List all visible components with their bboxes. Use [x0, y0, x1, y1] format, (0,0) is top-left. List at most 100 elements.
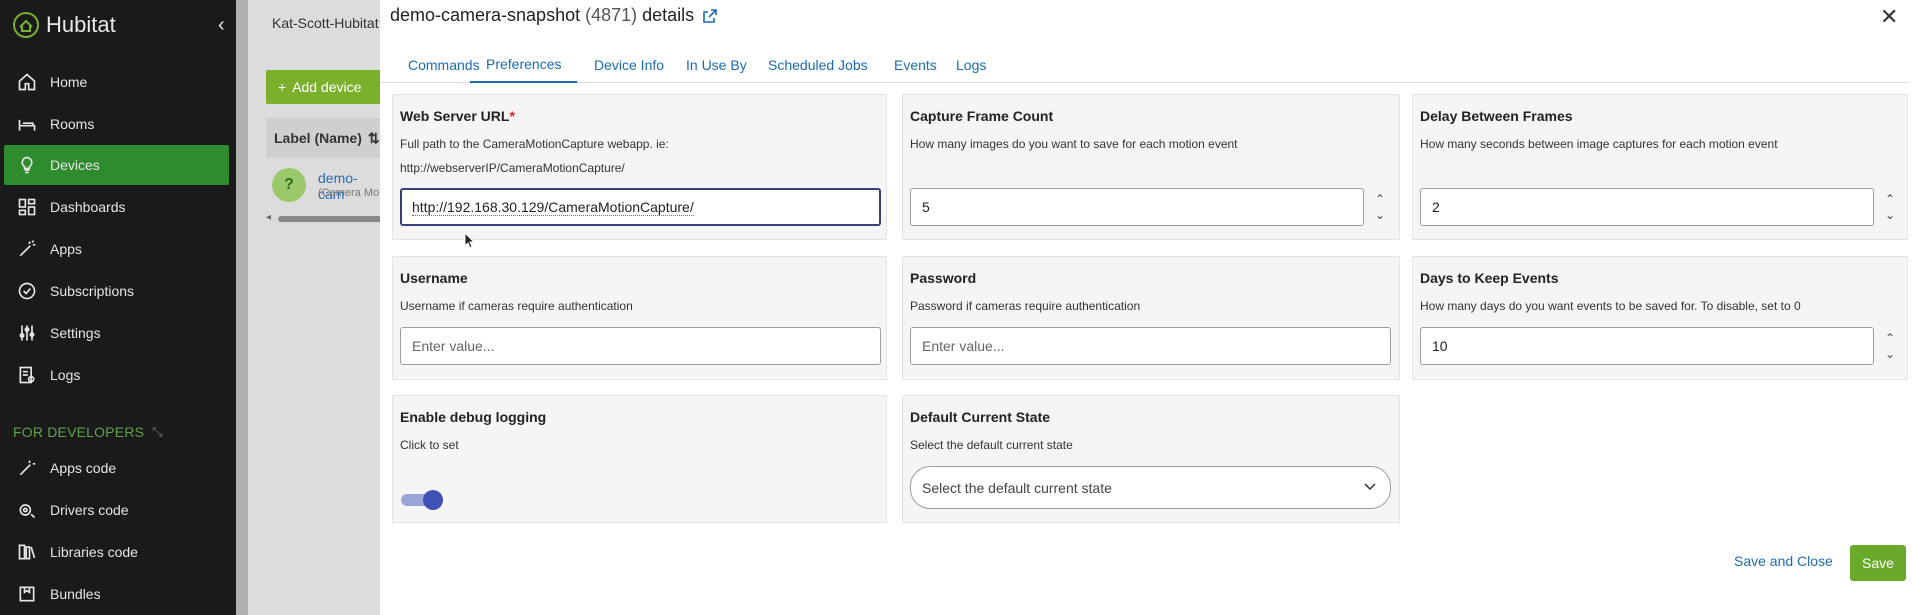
title-suffix: details	[642, 5, 695, 25]
tab-scheduled-jobs[interactable]: Scheduled Jobs	[752, 46, 884, 83]
sidebar-item-apps[interactable]: Apps	[4, 229, 229, 269]
pref-description-example: http://webserverIP/CameraMotionCapture/	[400, 161, 625, 175]
lightbulb-icon	[16, 154, 38, 176]
sidebar-item-dashboards[interactable]: Dashboards	[4, 187, 229, 227]
sidebar-item-label: Bundles	[50, 586, 101, 602]
sidebar-item-label: Subscriptions	[50, 283, 135, 299]
external-link-icon[interactable]	[702, 8, 718, 24]
device-name: demo-camera-snapshot	[390, 5, 581, 25]
sidebar-item-logs[interactable]: Logs	[4, 355, 229, 395]
tab-device-info[interactable]: Device Info	[578, 46, 680, 83]
chevron-down-icon	[1364, 483, 1376, 491]
sidebar-item-apps-code[interactable]: Apps code	[4, 448, 229, 488]
username-input[interactable]: Enter value...	[400, 327, 881, 365]
pref-enable-debug-logging: Enable debug logging Click to set	[392, 395, 887, 523]
sidebar-item-label: Dashboards	[50, 199, 126, 215]
decrement-icon[interactable]: ⌄	[1885, 207, 1895, 223]
toggle-knob	[423, 490, 443, 510]
sidebar-item-home[interactable]: Home	[4, 62, 229, 102]
sliders-icon	[16, 322, 38, 344]
sidebar-item-label: Drivers code	[50, 502, 129, 518]
home-icon	[16, 71, 38, 93]
sidebar-item-label: Apps code	[50, 460, 117, 476]
library-icon	[16, 541, 38, 563]
pref-description: Full path to the CameraMotionCapture web…	[400, 137, 669, 151]
days-to-keep-input[interactable]: 10	[1420, 327, 1874, 365]
sidebar-item-rooms[interactable]: Rooms	[4, 104, 229, 144]
pref-description: Click to set	[400, 438, 459, 452]
increment-icon[interactable]: ⌃	[1375, 191, 1385, 207]
page-scrollbar	[236, 0, 248, 615]
sidebar-item-devices[interactable]: Devices	[4, 145, 229, 185]
pref-capture-frame-count: Capture Frame Count How many images do y…	[902, 94, 1400, 240]
close-icon[interactable]: ✕	[1880, 4, 1898, 30]
pref-delay-between-frames: Delay Between Frames How many seconds be…	[1412, 94, 1908, 240]
frame-count-stepper[interactable]: ⌃ ⌄	[1366, 188, 1394, 226]
grid-icon	[16, 196, 38, 218]
tab-preferences[interactable]: Preferences	[470, 46, 578, 83]
tab-logs[interactable]: Logs	[940, 46, 1002, 83]
decrement-icon[interactable]: ⌄	[1885, 346, 1895, 362]
device-details-dialog: demo-camera-snapshot (4871) details ✕ Co…	[380, 0, 1912, 615]
web-server-url-input[interactable]: http://192.168.30.129/CameraMotionCaptur…	[400, 188, 881, 226]
device-type: (Camera Mo	[318, 187, 380, 199]
sidebar-item-label: Devices	[50, 157, 100, 173]
log-icon	[16, 364, 38, 386]
days-stepper[interactable]: ⌃ ⌄	[1876, 327, 1904, 365]
pref-description: How many images do you want to save for …	[910, 137, 1238, 151]
devices-page-background: Kat-Scott-Hubitat + Add device Label (Na…	[236, 0, 386, 615]
increment-icon[interactable]: ⌃	[1885, 330, 1895, 346]
password-input[interactable]: Enter value...	[910, 327, 1391, 365]
scroll-left-icon[interactable]: ◂	[266, 212, 271, 223]
pref-title: Delay Between Frames	[1420, 108, 1573, 124]
pref-title: Web Server URL*	[400, 108, 515, 124]
table-scrollbar[interactable]: ◂	[266, 212, 386, 224]
sidebar-item-bundles[interactable]: Bundles	[4, 574, 229, 614]
pref-web-server-url: Web Server URL* Full path to the CameraM…	[392, 94, 887, 240]
decrement-icon[interactable]: ⌄	[1375, 207, 1385, 223]
mouse-cursor-icon	[464, 232, 476, 249]
unknown-device-icon: ?	[272, 168, 306, 202]
for-developers-header: FOR DEVELOPERS ⤡	[13, 424, 163, 440]
sidebar-item-label: Rooms	[50, 116, 95, 132]
pref-days-to-keep-events: Days to Keep Events How many days do you…	[1412, 256, 1908, 380]
pref-title: Enable debug logging	[400, 409, 547, 425]
pref-password: Password Password if cameras require aut…	[902, 256, 1400, 380]
default-state-select[interactable]: Select the default current state	[910, 466, 1391, 509]
sidebar-item-label: Settings	[50, 325, 101, 341]
sidebar-item-drivers-code[interactable]: Drivers code	[4, 490, 229, 530]
delay-between-frames-input[interactable]: 2	[1420, 188, 1874, 226]
increment-icon[interactable]: ⌃	[1885, 191, 1895, 207]
save-and-close-button[interactable]: Save and Close	[1734, 553, 1833, 569]
pref-title: Username	[400, 270, 468, 286]
brand-name: Hubitat	[46, 12, 116, 37]
pref-description: Select the default current state	[910, 438, 1073, 452]
debug-logging-toggle[interactable]	[401, 489, 445, 511]
wand-icon	[16, 238, 38, 260]
delay-stepper[interactable]: ⌃ ⌄	[1876, 188, 1904, 226]
sidebar-item-libraries-code[interactable]: Libraries code	[4, 532, 229, 572]
wand-code-icon	[16, 457, 38, 479]
sidebar-item-settings[interactable]: Settings	[4, 313, 229, 353]
pref-title: Days to Keep Events	[1420, 270, 1559, 286]
bundle-icon	[16, 583, 38, 605]
sidebar-item-label: Logs	[50, 367, 81, 383]
sidebar-item-label: Home	[50, 74, 88, 90]
pref-default-current-state: Default Current State Select the default…	[902, 395, 1400, 523]
pref-title: Capture Frame Count	[910, 108, 1054, 124]
hub-name: Kat-Scott-Hubitat	[272, 15, 379, 31]
sidebar-item-label: Apps	[50, 241, 82, 257]
pref-description: How many days do you want events to be s…	[1420, 299, 1801, 313]
sidebar-item-subscriptions[interactable]: Subscriptions	[4, 271, 229, 311]
collapse-sidebar-icon[interactable]: ‹	[218, 14, 225, 37]
save-button[interactable]: Save	[1850, 545, 1906, 581]
sidebar-item-label: Libraries code	[50, 544, 138, 560]
brand[interactable]: Hubitat	[12, 11, 116, 39]
tab-bar: Commands Preferences Device Info In Use …	[380, 46, 1910, 83]
tab-in-use-by[interactable]: In Use By	[670, 46, 763, 83]
scroll-thumb[interactable]	[278, 216, 386, 222]
capture-frame-count-input[interactable]: 5	[910, 188, 1364, 226]
expand-icon[interactable]: ⤡	[152, 424, 163, 440]
add-device-button[interactable]: + Add device	[266, 70, 386, 104]
label-name-header[interactable]: Label (Name) ⇅	[266, 118, 386, 158]
